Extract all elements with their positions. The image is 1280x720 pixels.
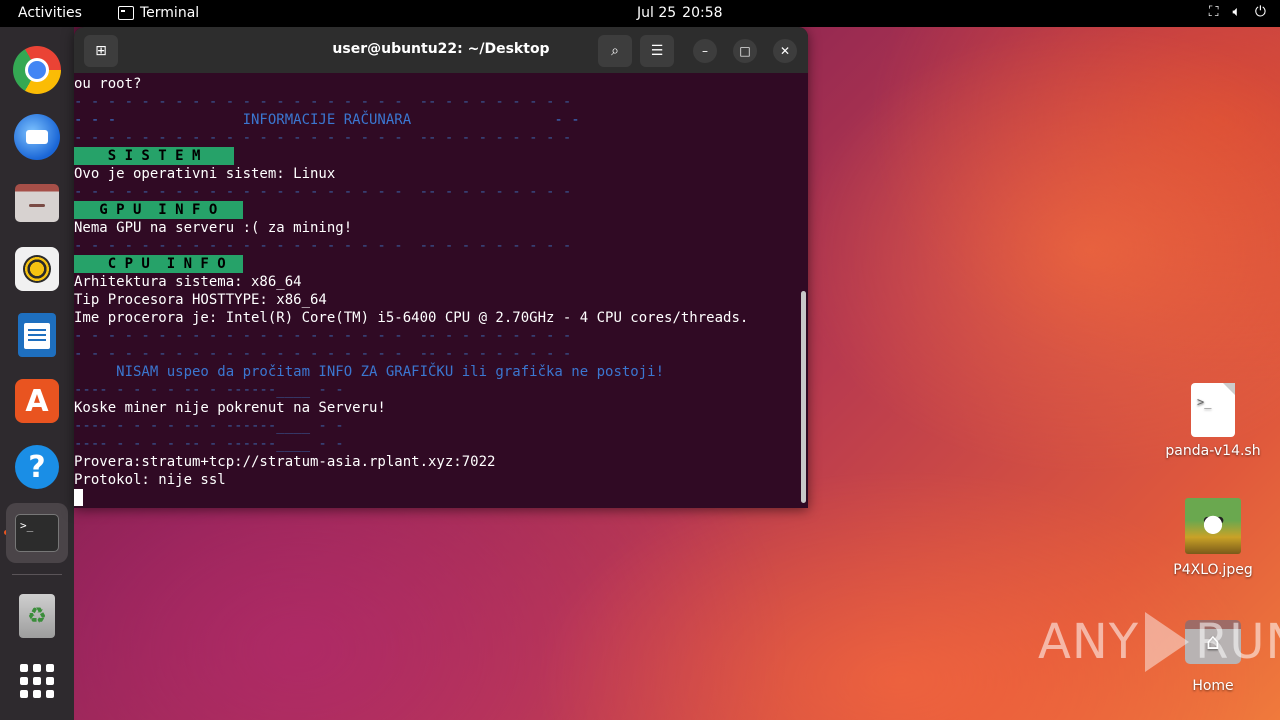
software-icon: A bbox=[15, 379, 59, 423]
search-icon: ⌕ bbox=[611, 43, 619, 59]
section-header: S I S T E M bbox=[74, 147, 235, 165]
rhythmbox-icon bbox=[15, 247, 59, 291]
writer-icon bbox=[18, 313, 56, 357]
terminal-line: Nema GPU na serveru :( za mining! bbox=[74, 220, 353, 236]
terminal-app-icon bbox=[118, 6, 134, 20]
image-file-icon bbox=[1185, 498, 1241, 554]
dock-thunderbird[interactable] bbox=[9, 109, 65, 165]
text-cursor bbox=[74, 489, 83, 506]
desktop-icon-panda-sh[interactable]: >_ panda-v14.sh bbox=[1158, 383, 1268, 459]
system-tray[interactable]: ⛶ 🔈︎ ⏻ bbox=[1209, 4, 1266, 20]
close-button[interactable]: ✕ bbox=[773, 39, 797, 63]
desktop-icon-p4xlo-jpeg[interactable]: P4XLO.jpeg bbox=[1158, 498, 1268, 578]
close-icon: ✕ bbox=[779, 44, 791, 58]
maximize-icon: □ bbox=[739, 44, 751, 58]
dock: A ? >_ ♻ bbox=[0, 27, 74, 720]
power-icon: ⏻ bbox=[1254, 4, 1266, 20]
minimize-icon: – bbox=[702, 44, 708, 58]
prompt-line[interactable] bbox=[74, 489, 800, 507]
volume-icon: 🔈︎ bbox=[1232, 4, 1241, 20]
terminal-line: Ovo je operativni sistem: Linux bbox=[74, 166, 336, 182]
chrome-icon bbox=[13, 46, 61, 94]
terminal-line: Tip Procesora HOSTTYPE: x86_64 bbox=[74, 292, 327, 308]
terminal-line: S I S T E M bbox=[74, 147, 800, 165]
app-grid-icon bbox=[20, 664, 54, 698]
terminal-line: ---- - - - - -- - ------____ - - bbox=[74, 418, 344, 434]
dock-software[interactable]: A bbox=[9, 373, 65, 429]
dock-help[interactable]: ? bbox=[9, 439, 65, 495]
terminal-icon: >_ bbox=[15, 514, 59, 552]
thunderbird-icon bbox=[14, 114, 60, 160]
terminal-line: - - - - - - - - - - - - - - - - - - - - … bbox=[74, 328, 572, 344]
dock-separator bbox=[12, 574, 62, 575]
dock-files[interactable] bbox=[9, 175, 65, 231]
script-file-icon: >_ bbox=[1191, 383, 1235, 437]
terminal-window[interactable]: ⊞ user@ubuntu22: ~/Desktop ⌕ ☰ – □ ✕ ou … bbox=[74, 27, 808, 508]
terminal-scrollbar[interactable] bbox=[801, 291, 806, 503]
app-menu[interactable]: Terminal bbox=[118, 5, 199, 21]
terminal-line: Protokol: nije ssl bbox=[74, 472, 226, 488]
dock-trash[interactable]: ♻ bbox=[9, 588, 65, 644]
menu-button[interactable]: ☰ bbox=[640, 35, 674, 67]
terminal-line: Ime procerora je: Intel(R) Core(TM) i5-6… bbox=[74, 310, 749, 326]
top-bar: Activities Terminal Jul 25 20:58 ⛶ 🔈︎ ⏻ bbox=[0, 0, 1280, 27]
terminal-line: NISAM uspeo da pročitam INFO ZA GRAFIČKU… bbox=[74, 364, 665, 380]
search-button[interactable]: ⌕ bbox=[598, 35, 632, 67]
trash-icon: ♻ bbox=[19, 594, 55, 638]
clock[interactable]: Jul 25 20:58 bbox=[637, 5, 723, 21]
terminal-line: G P U I N F O bbox=[74, 201, 800, 219]
dock-show-apps[interactable] bbox=[9, 653, 65, 709]
terminal-line: - - - - - - - - - - - - - - - - - - - - … bbox=[74, 238, 572, 254]
terminal-line: - - - INFORMACIJE RAČUNARA - - bbox=[74, 112, 580, 128]
terminal-line: - - - - - - - - - - - - - - - - - - - - … bbox=[74, 346, 572, 362]
terminal-line: - - - - - - - - - - - - - - - - - - - - … bbox=[74, 130, 572, 146]
app-name-label: Terminal bbox=[140, 5, 200, 21]
terminal-line: ---- - - - - -- - ------____ - - bbox=[74, 382, 344, 398]
terminal-line: ---- - - - - -- - ------____ - - bbox=[74, 436, 344, 452]
dock-terminal[interactable]: >_ bbox=[6, 503, 68, 563]
terminal-line: C P U I N F O bbox=[74, 255, 800, 273]
desktop-icon-label: Home bbox=[1192, 678, 1234, 694]
section-header: C P U I N F O bbox=[74, 255, 243, 273]
dock-rhythmbox[interactable] bbox=[9, 241, 65, 297]
terminal-line: Arhitektura sistema: x86_64 bbox=[74, 274, 302, 290]
dock-chrome[interactable] bbox=[9, 42, 65, 98]
terminal-titlebar[interactable]: ⊞ user@ubuntu22: ~/Desktop ⌕ ☰ – □ ✕ bbox=[74, 27, 808, 73]
files-icon bbox=[15, 184, 59, 222]
play-logo-icon bbox=[1145, 612, 1190, 672]
desktop-icon-label: P4XLO.jpeg bbox=[1173, 562, 1253, 578]
help-icon: ? bbox=[15, 445, 59, 489]
hamburger-menu-icon: ☰ bbox=[650, 43, 664, 59]
desktop-icon-label: panda-v14.sh bbox=[1165, 443, 1261, 459]
terminal-line: ou root? bbox=[74, 76, 142, 92]
dock-writer[interactable] bbox=[9, 307, 65, 363]
clock-time: 20:58 bbox=[682, 5, 723, 21]
network-icon: ⛶ bbox=[1208, 4, 1219, 20]
maximize-button[interactable]: □ bbox=[733, 39, 757, 63]
terminal-output[interactable]: ou root? - - - - - - - - - - - - - - - - … bbox=[74, 75, 800, 508]
activities-button[interactable]: Activities bbox=[18, 5, 82, 21]
terminal-line: Koske miner nije pokrenut na Serveru! bbox=[74, 400, 386, 416]
clock-date: Jul 25 bbox=[637, 5, 677, 21]
section-header: G P U I N F O bbox=[74, 201, 243, 219]
anyrun-watermark: ANYRUN bbox=[1038, 612, 1280, 672]
minimize-button[interactable]: – bbox=[693, 39, 717, 63]
terminal-line: - - - - - - - - - - - - - - - - - - - - … bbox=[74, 94, 572, 110]
terminal-line: - - - - - - - - - - - - - - - - - - - - … bbox=[74, 184, 572, 200]
terminal-line: Provera:stratum+tcp://stratum-asia.rplan… bbox=[74, 454, 496, 470]
